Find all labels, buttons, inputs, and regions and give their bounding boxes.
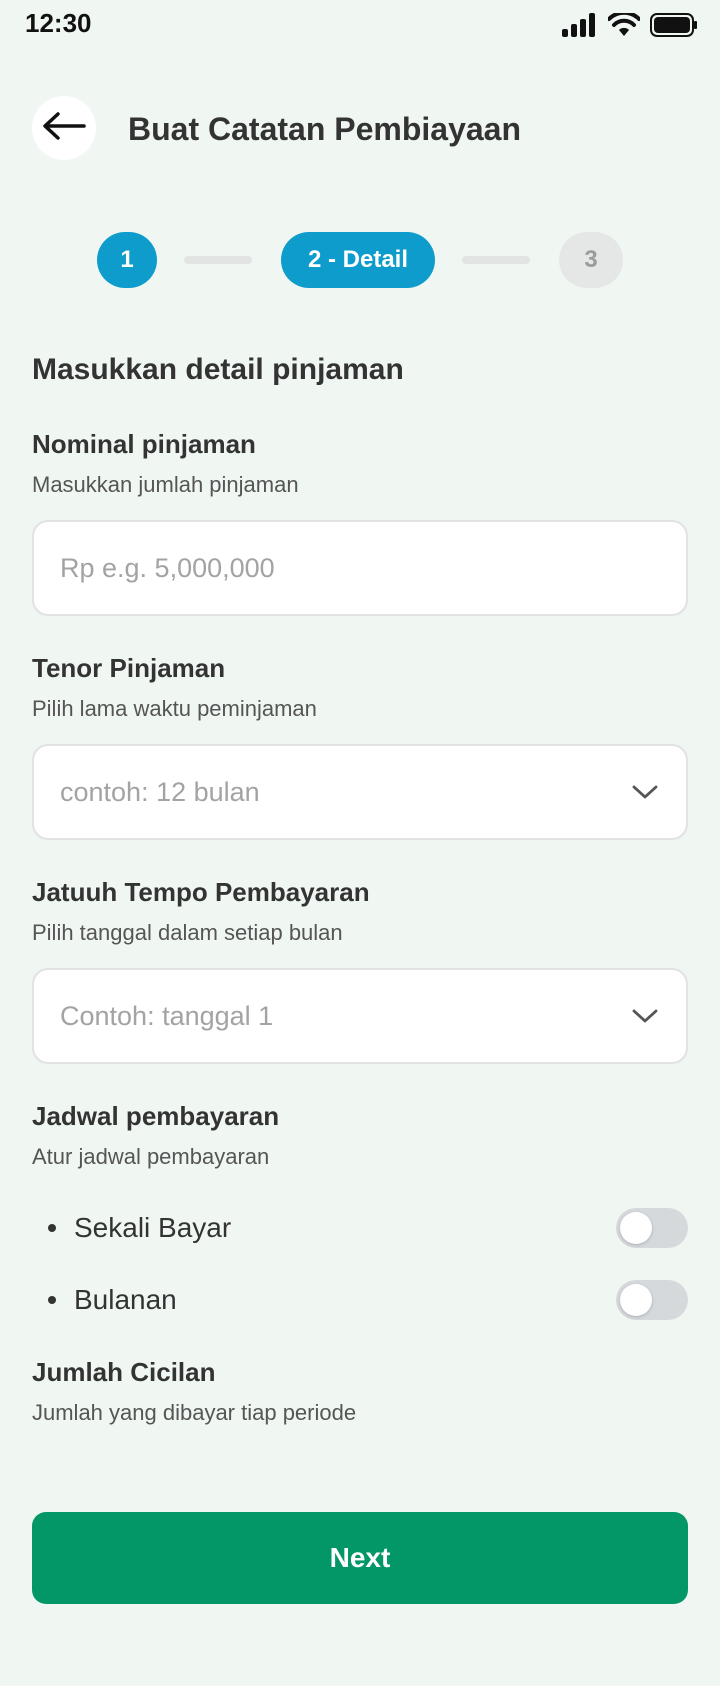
- schedule-option-bulanan: Bulanan: [32, 1278, 688, 1322]
- due-date-placeholder: Contoh: tanggal 1: [60, 1000, 274, 1031]
- step-3: 3: [559, 232, 623, 288]
- nominal-label: Nominal pinjaman: [32, 429, 256, 459]
- step-connector: [184, 256, 252, 264]
- due-date-label: Jatuuh Tempo Pembayaran: [32, 877, 370, 907]
- bulanan-toggle[interactable]: [616, 1280, 688, 1320]
- status-bar: 12:30: [0, 0, 720, 52]
- option-label: Sekali Bayar: [74, 1212, 232, 1243]
- nominal-field[interactable]: [32, 520, 688, 616]
- sekali-bayar-toggle[interactable]: [616, 1208, 688, 1248]
- tenor-label: Tenor Pinjaman: [32, 653, 226, 683]
- bullet-icon: [48, 1224, 56, 1232]
- battery-icon: [650, 13, 698, 37]
- schedule-option-sekali-bayar: Sekali Bayar: [32, 1206, 688, 1250]
- toggle-knob: [620, 1212, 652, 1244]
- step-1: 1: [97, 232, 157, 288]
- tenor-help: Pilih lama waktu peminjaman: [32, 696, 317, 721]
- option-label: Bulanan: [74, 1284, 177, 1315]
- tenor-select[interactable]: contoh: 12 bulan: [32, 744, 688, 840]
- chevron-down-icon: [630, 1001, 660, 1031]
- status-icons: [562, 12, 698, 38]
- due-date-select[interactable]: Contoh: tanggal 1: [32, 968, 688, 1064]
- section-title: Masukkan detail pinjaman: [32, 353, 404, 386]
- bullet-icon: [48, 1296, 56, 1304]
- signal-icon: [562, 13, 598, 37]
- step-connector: [462, 256, 530, 264]
- tenor-placeholder: contoh: 12 bulan: [60, 776, 260, 807]
- schedule-label: Jadwal pembayaran: [32, 1101, 280, 1131]
- arrow-left-icon: [42, 111, 86, 146]
- toggle-knob: [620, 1284, 652, 1316]
- back-button[interactable]: [32, 96, 96, 160]
- due-date-help: Pilih tanggal dalam setiap bulan: [32, 920, 343, 945]
- chevron-down-icon: [630, 777, 660, 807]
- nominal-input[interactable]: [60, 552, 660, 584]
- schedule-help: Atur jadwal pembayaran: [32, 1144, 270, 1169]
- status-time: 12:30: [25, 8, 92, 38]
- nominal-help: Masukkan jumlah pinjaman: [32, 472, 299, 497]
- installment-help: Jumlah yang dibayar tiap periode: [32, 1400, 357, 1425]
- next-button[interactable]: Next: [32, 1512, 688, 1604]
- wifi-icon: [608, 13, 640, 37]
- page-title: Buat Catatan Pembiayaan: [128, 111, 522, 147]
- step-2-detail: 2 - Detail: [281, 232, 435, 288]
- installment-label: Jumlah Cicilan: [32, 1357, 216, 1387]
